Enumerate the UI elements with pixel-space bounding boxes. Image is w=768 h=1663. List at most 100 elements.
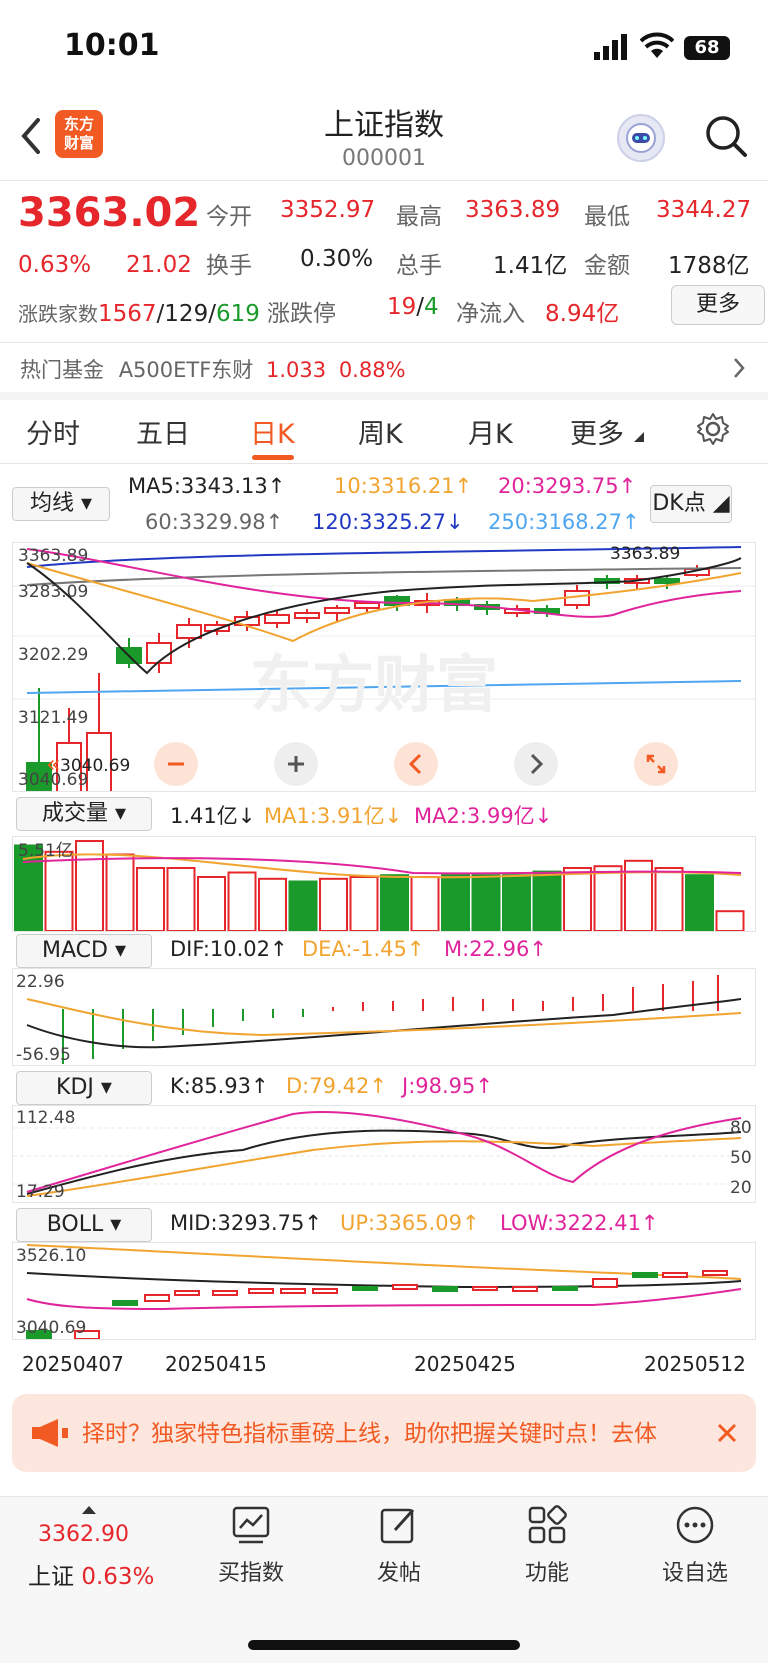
boll-top-label: 3526.10: [16, 1246, 87, 1266]
high-value: 3363.89: [465, 197, 561, 223]
hot-fund-price: 1.033: [266, 358, 327, 382]
volume-bar: [410, 876, 440, 931]
functions-button[interactable]: 功能: [492, 1505, 602, 1587]
move-right-button[interactable]: [514, 742, 558, 786]
open-value: 3352.97: [280, 197, 376, 223]
ma-selector[interactable]: 均线 ▾: [12, 487, 110, 521]
tab-more[interactable]: 更多: [570, 412, 624, 451]
current-price: 3363.02: [18, 190, 201, 236]
amount-label: 金额: [584, 253, 630, 279]
boll-candle: [352, 1286, 378, 1291]
volume-value: 1.41亿↓: [170, 804, 256, 828]
macd-selector[interactable]: MACD ▾: [16, 934, 152, 968]
date-label-3: 20250425: [414, 1352, 516, 1376]
tab-five-day[interactable]: 五日: [136, 412, 190, 451]
kline-candle: [146, 642, 172, 664]
zoom-out-button[interactable]: [154, 742, 198, 786]
tab-weekly-k[interactable]: 周K: [358, 412, 403, 451]
banner-text: 择时？独家特色指标重磅上线，助你把握关键时点！去体: [82, 1421, 657, 1447]
megaphone-icon: [32, 1419, 68, 1447]
breadth-row: 涨跌家数1567/129/619: [18, 301, 260, 327]
boll-candle: [512, 1286, 538, 1292]
change-value: 21.02: [126, 252, 192, 278]
ma60-value: 60:3329.98↑: [145, 510, 284, 534]
volume-panel: [12, 836, 756, 932]
volume-chart: [14, 840, 745, 931]
volume-selector[interactable]: 成交量 ▾: [16, 797, 152, 831]
boll-candle: [312, 1288, 338, 1294]
scroll-left-end-icon[interactable]: «: [46, 750, 61, 778]
date-label-4: 20250512: [644, 1352, 746, 1376]
boll-candle: [592, 1278, 618, 1288]
turnover-value: 0.30%: [300, 246, 374, 272]
ma5-value: MA5:3343.13↑: [128, 474, 286, 498]
kline-ylabel-2: 3283.09: [18, 582, 89, 602]
add-watchlist-button[interactable]: 设自选: [640, 1505, 750, 1587]
boll-candle: [112, 1300, 138, 1306]
settings-gear-icon[interactable]: [696, 412, 730, 446]
dk-point-button[interactable]: DK点 ◢: [650, 485, 732, 523]
promo-banner[interactable]: 择时？独家特色指标重磅上线，助你把握关键时点！去体: [12, 1394, 756, 1472]
boll-panel: [12, 1242, 756, 1340]
kline-ylabel-3: 3202.29: [18, 645, 89, 665]
low-value: 3344.27: [656, 197, 752, 223]
edit-icon: [380, 1508, 415, 1544]
tab-daily-k[interactable]: 日K: [250, 412, 295, 451]
boll-chart: [26, 1244, 742, 1339]
mini-index[interactable]: 上证 0.63%: [28, 1557, 154, 1591]
kdj-chart: [13, 1111, 755, 1197]
buy-index-button[interactable]: 买指数: [196, 1505, 306, 1587]
boll-low: LOW:3222.41↑: [500, 1211, 659, 1235]
volume-bar: [715, 910, 745, 931]
volume-bar: [319, 877, 348, 931]
low-marker: 3040.69: [60, 756, 131, 776]
ma120-value: 120:3325.27↓: [312, 510, 464, 534]
watermark: 东方财富: [250, 648, 499, 721]
kline-candle: [324, 607, 350, 614]
kdj-level-80: 80: [730, 1118, 752, 1138]
chart-icon: [232, 1506, 270, 1544]
close-icon[interactable]: [716, 1422, 738, 1444]
low-label: 最低: [584, 204, 630, 230]
post-button[interactable]: 发帖: [344, 1505, 454, 1587]
volume-ma1: MA1:3.91亿↓: [264, 804, 403, 828]
boll-candle: [174, 1290, 200, 1296]
apps-grid-icon: [528, 1505, 567, 1544]
chevron-right-icon[interactable]: [732, 356, 746, 380]
boll-candle: [212, 1290, 238, 1296]
volume-bar: [532, 870, 562, 931]
volume-bar: [166, 867, 196, 931]
kdj-selector[interactable]: KDJ ▾: [16, 1071, 152, 1105]
ma10-value: 10:3316.21↑: [334, 474, 473, 498]
volume-bar: [197, 876, 226, 931]
boll-candle: [662, 1272, 688, 1278]
boll-selector[interactable]: BOLL ▾: [16, 1208, 152, 1242]
ma20-value: 20:3293.75↑: [498, 474, 637, 498]
tab-monthly-k[interactable]: 月K: [468, 412, 513, 451]
tab-intraday[interactable]: 分时: [26, 412, 80, 451]
boll-candle: [248, 1288, 274, 1294]
status-time: 10:01: [64, 28, 160, 63]
up-arrow-icon: [82, 1506, 96, 1514]
limit-values: 19/4: [387, 294, 439, 320]
kdj-j: J:98.95↑: [402, 1074, 493, 1098]
assistant-robot-icon[interactable]: [617, 114, 665, 162]
hot-fund-row[interactable]: 热门基金 A500ETF东财 1.033 0.88%: [20, 354, 760, 384]
kline-ylabel-4: 3121.49: [18, 708, 89, 728]
boll-candle: [632, 1272, 658, 1278]
limit-label: 涨跌停: [267, 301, 336, 327]
zoom-in-button[interactable]: [274, 742, 318, 786]
macd-top-label: 22.96: [16, 972, 65, 992]
search-icon[interactable]: [704, 114, 748, 158]
mini-price[interactable]: 3362.90: [38, 1522, 129, 1547]
fullscreen-button[interactable]: [634, 742, 678, 786]
volume-bar: [136, 867, 165, 931]
volume-bar: [441, 874, 470, 931]
hot-fund-label: 热门基金: [20, 358, 104, 382]
more-button[interactable]: 更多: [671, 285, 765, 325]
macd-panel: [12, 968, 756, 1066]
kline-candle: [264, 614, 290, 624]
move-left-button[interactable]: [394, 742, 438, 786]
kline-candle: [354, 602, 380, 609]
more-dots-icon: [676, 1506, 714, 1544]
